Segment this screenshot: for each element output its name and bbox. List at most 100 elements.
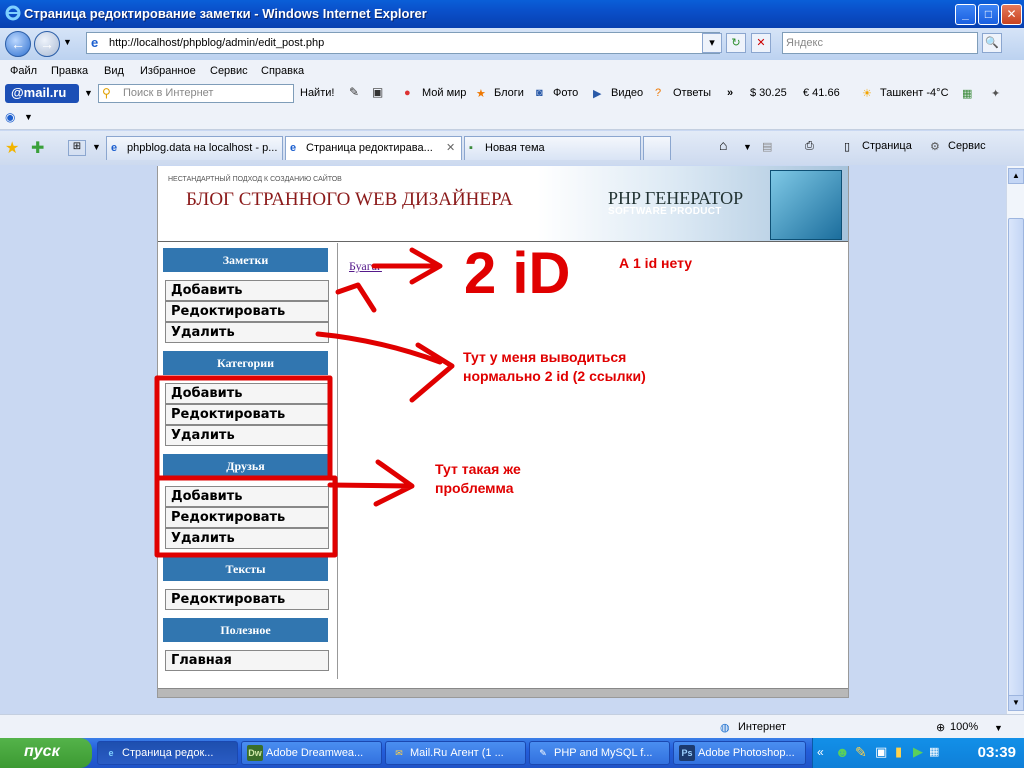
page-icon: e: [91, 35, 99, 50]
friends-add-link[interactable]: Добавить: [165, 486, 329, 507]
notes-add-link[interactable]: Добавить: [165, 280, 329, 301]
taskbar-item-php-mysql[interactable]: ✎ PHP and MySQL f...: [529, 741, 670, 765]
title-bar[interactable]: Страница редоктирование заметки - Window…: [0, 0, 1024, 28]
security-zone[interactable]: Интернет: [738, 721, 786, 733]
menu-edit[interactable]: Правка: [51, 65, 88, 77]
tab-new-topic[interactable]: ▪ Новая тема: [464, 136, 641, 160]
clock[interactable]: 03:39: [978, 744, 1016, 761]
tab-phpblog[interactable]: e phpblog.data на localhost - p...: [106, 136, 283, 160]
refresh-button[interactable]: ↻: [726, 33, 746, 53]
mailru-logo[interactable]: @mail.ru: [5, 84, 79, 103]
scroll-up-arrow[interactable]: ▲: [1008, 168, 1024, 184]
tab-edit-post[interactable]: e Страница редоктирава... ✕: [285, 136, 462, 160]
forward-button[interactable]: →: [34, 31, 60, 57]
menu-file[interactable]: Файл: [10, 65, 37, 77]
network-tray-icon[interactable]: ▣: [875, 744, 887, 760]
video-icon: ▶: [593, 88, 602, 100]
document-icon: ✎: [539, 748, 547, 758]
menu-tools[interactable]: Сервис: [210, 65, 248, 77]
history-dropdown-icon[interactable]: ▼: [63, 37, 72, 47]
minimize-button[interactable]: _: [955, 4, 976, 25]
mailru-find-button[interactable]: Найти!: [300, 87, 334, 99]
start-button[interactable]: пуск: [0, 738, 92, 768]
rss-icon[interactable]: ▤: [762, 140, 772, 153]
add-favorites-icon[interactable]: ✚: [31, 138, 44, 158]
flag-tray-icon[interactable]: ▦: [929, 745, 939, 758]
signal-tray-icon[interactable]: ▮: [895, 744, 902, 760]
product-subtitle: SOFTWARE PRODUCT: [608, 206, 722, 217]
admin-sidebar: Заметки Добавить Редоктировать Удалить К…: [158, 243, 338, 679]
weather-text[interactable]: Ташкент -4°C: [880, 87, 949, 99]
map-icon[interactable]: ▦: [962, 87, 972, 100]
search-button[interactable]: 🔍: [982, 33, 1002, 53]
scroll-thumb[interactable]: [1008, 218, 1024, 706]
agent-dropdown-icon[interactable]: ▼: [24, 112, 33, 122]
stop-button[interactable]: ✕: [751, 33, 771, 53]
friends-delete-link[interactable]: Удалить: [165, 528, 329, 549]
taskbar-label: Mail.Ru Агент (1 ...: [410, 747, 504, 759]
ie-page-icon: e: [290, 142, 297, 154]
section-notes-header: Заметки: [163, 248, 328, 272]
categories-edit-link[interactable]: Редоктировать: [165, 404, 329, 425]
menu-view[interactable]: Вид: [104, 65, 124, 77]
categories-delete-link[interactable]: Удалить: [165, 425, 329, 446]
photo-icon: ◙: [536, 87, 543, 99]
tab-label: Страница редоктирава...: [306, 142, 433, 154]
friends-edit-link[interactable]: Редоктировать: [165, 507, 329, 528]
mailru-item-myworld[interactable]: Мой мир: [422, 87, 466, 99]
close-tab-icon[interactable]: ✕: [446, 141, 455, 154]
menu-favorites[interactable]: Избранное: [140, 65, 196, 77]
section-texts-header: Тексты: [163, 557, 328, 581]
home-dropdown-icon[interactable]: ▼: [743, 142, 752, 152]
vertical-scrollbar[interactable]: ▲ ▼: [1006, 166, 1024, 714]
back-button[interactable]: ←: [5, 31, 31, 57]
maximize-button[interactable]: □: [978, 4, 999, 25]
home-icon[interactable]: ⌂: [719, 137, 727, 153]
scroll-down-arrow[interactable]: ▼: [1008, 695, 1024, 711]
taskbar-label: Страница редок...: [122, 747, 214, 759]
taskbar-item-ie[interactable]: e Страница редок...: [97, 741, 238, 765]
page-menu[interactable]: Страница: [862, 140, 912, 152]
taskbar-item-dreamweaver[interactable]: Dw Adobe Dreamwea...: [241, 741, 382, 765]
mailru-dropdown-icon[interactable]: ▼: [84, 88, 93, 98]
mailru-item-photo[interactable]: Фото: [553, 87, 578, 99]
taskbar-item-mailru-agent[interactable]: ✉ Mail.Ru Агент (1 ...: [385, 741, 526, 765]
mailru-item-answers[interactable]: Ответы: [673, 87, 711, 99]
quick-tabs-icon[interactable]: ⊞: [68, 140, 86, 156]
menu-help[interactable]: Справка: [261, 65, 304, 77]
eur-rate[interactable]: € 41.66: [803, 87, 840, 99]
tools-menu[interactable]: Сервис: [948, 140, 986, 152]
favorites-star-icon[interactable]: ★: [5, 138, 19, 158]
tray-expand-icon[interactable]: «: [817, 745, 824, 759]
address-dropdown-button[interactable]: ▾: [702, 33, 722, 53]
copy-icon[interactable]: ▣: [372, 85, 383, 99]
mailru-search-input[interactable]: Поиск в Интернет: [98, 84, 294, 103]
search-icon: ⚲: [102, 86, 111, 100]
notes-edit-link[interactable]: Редоктировать: [165, 301, 329, 322]
useful-home-link[interactable]: Главная: [165, 650, 329, 671]
texts-edit-link[interactable]: Редоктировать: [165, 589, 329, 610]
agent-tray-icon[interactable]: ☻: [835, 744, 850, 760]
post-link[interactable]: Буагаг: [349, 259, 382, 274]
chevron-more-icon[interactable]: »: [727, 87, 733, 99]
close-button[interactable]: ✕: [1001, 4, 1022, 25]
mailru-item-video[interactable]: Видео: [611, 87, 643, 99]
usd-rate[interactable]: $ 30.25: [750, 87, 787, 99]
pen-icon[interactable]: ✎: [349, 85, 359, 99]
notes-delete-link[interactable]: Удалить: [165, 322, 329, 343]
mailru-item-blogs[interactable]: Блоги: [494, 87, 524, 99]
puzzle-icon[interactable]: ✦: [991, 87, 1000, 100]
search-input[interactable]: Яндекс: [782, 32, 978, 54]
print-icon[interactable]: ⎙: [805, 140, 814, 153]
tab-list-dropdown-icon[interactable]: ▼: [92, 142, 101, 152]
agent-icon[interactable]: ◉: [5, 110, 15, 124]
address-bar[interactable]: e http://localhost/phpblog/admin/edit_po…: [86, 32, 720, 54]
zoom-level[interactable]: 100%: [950, 721, 978, 733]
zoom-dropdown-icon[interactable]: ▼: [994, 723, 1003, 733]
play-tray-icon[interactable]: ▶: [913, 744, 923, 760]
categories-add-link[interactable]: Добавить: [165, 383, 329, 404]
pencil-tray-icon[interactable]: ✎: [855, 744, 867, 761]
new-tab-button[interactable]: [643, 136, 671, 160]
taskbar-item-photoshop[interactable]: Ps Adobe Photoshop...: [673, 741, 806, 765]
my-world-icon: ●: [404, 87, 411, 99]
